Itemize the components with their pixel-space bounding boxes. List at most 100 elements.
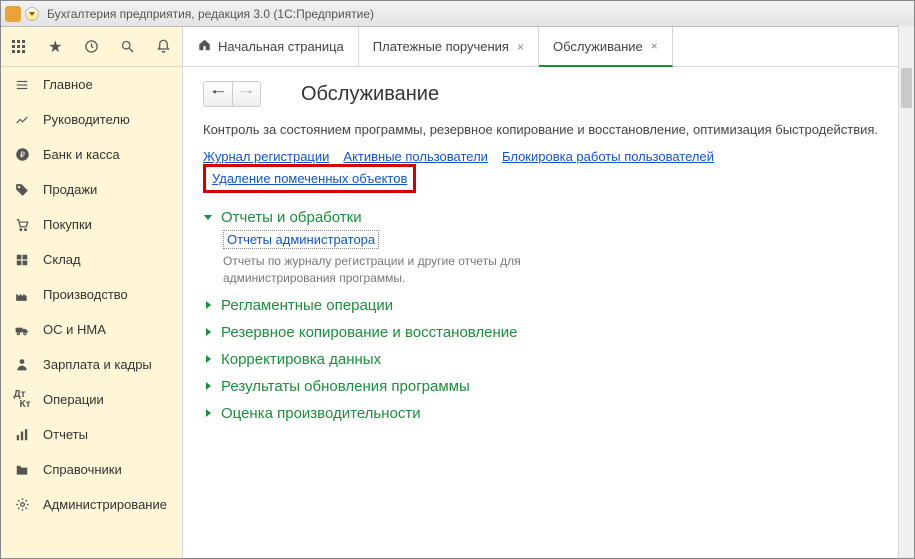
sidebar-item-label: ОС и НМА — [43, 322, 106, 337]
sidebar-item-label: Руководителю — [43, 112, 130, 127]
chevron-right-icon — [203, 298, 215, 313]
home-icon — [197, 38, 212, 55]
top-links: Журнал регистрации Активные пользователи Б… — [203, 149, 894, 193]
title-bar: Бухгалтерия предприятия, редакция 3.0 (1… — [1, 1, 914, 27]
app-logo-icon — [5, 6, 21, 22]
section-5: Оценка производительности — [203, 405, 894, 422]
sidebar-item-10[interactable]: Отчеты — [1, 417, 182, 452]
sidebar-item-3[interactable]: Продажи — [1, 172, 182, 207]
folder-icon — [13, 461, 31, 479]
top-link-1[interactable]: Активные пользователи — [343, 149, 488, 164]
sidebar-item-11[interactable]: Справочники — [1, 452, 182, 487]
person-icon — [13, 356, 31, 374]
cart-icon — [13, 216, 31, 234]
truck-icon — [13, 321, 31, 339]
search-icon[interactable] — [110, 27, 146, 66]
section-0: Отчеты и обработкиОтчеты администратораО… — [203, 209, 894, 287]
admin-reports-link[interactable]: Отчеты администратора — [223, 230, 379, 249]
section-title: Корректировка данных — [221, 351, 381, 368]
sidebar-items: Главное Руководителю ₽ Банк и касса Продажи П… — [1, 67, 182, 522]
scrollbar-thumb[interactable] — [901, 68, 912, 108]
top-link-3[interactable]: Удаление помеченных объектов — [203, 164, 416, 193]
factory-icon — [13, 286, 31, 304]
sidebar-item-label: Склад — [43, 252, 81, 267]
section-header-4[interactable]: Результаты обновления программы — [203, 378, 894, 395]
sidebar-item-9[interactable]: ДтКтОперации — [1, 382, 182, 417]
sidebar-item-label: Отчеты — [43, 427, 88, 442]
bars-icon — [13, 426, 31, 444]
page-description: Контроль за состоянием программы, резерв… — [203, 121, 894, 139]
page-body: 🠐 🠒 Обслуживание Контроль за состоянием … — [183, 67, 914, 446]
sidebar-item-label: Продажи — [43, 182, 97, 197]
close-icon[interactable]: × — [517, 40, 524, 54]
section-3: Корректировка данных — [203, 351, 894, 368]
star-icon[interactable]: ★ — [37, 27, 73, 66]
forward-button[interactable]: 🠒 — [232, 82, 260, 106]
sidebar-item-label: Зарплата и кадры — [43, 357, 152, 372]
ruble-icon: ₽ — [13, 146, 31, 164]
sidebar-item-label: Банк и касса — [43, 147, 120, 162]
section-title: Отчеты и обработки — [221, 209, 362, 226]
chevron-down-icon — [203, 210, 215, 225]
back-button[interactable]: 🠐 — [204, 82, 232, 106]
dtkt-icon: ДтКт — [13, 391, 31, 409]
sidebar-item-label: Администрирование — [43, 497, 167, 512]
tab-label: Платежные поручения — [373, 39, 509, 54]
chevron-right-icon — [203, 379, 215, 394]
sidebar-item-12[interactable]: Администрирование — [1, 487, 182, 522]
gear-icon — [13, 496, 31, 514]
sidebar-item-4[interactable]: Покупки — [1, 207, 182, 242]
sidebar-item-label: Справочники — [43, 462, 122, 477]
tab-label: Обслуживание — [553, 39, 643, 54]
tab-2[interactable]: Обслуживание × — [539, 27, 673, 67]
section-header-5[interactable]: Оценка производительности — [203, 405, 894, 422]
section-body-0: Отчеты администратора Отчеты по журналу р… — [203, 230, 894, 287]
tab-1[interactable]: Платежные поручения × — [359, 27, 539, 66]
section-title: Регламентные операции — [221, 297, 393, 314]
page-title: Обслуживание — [301, 83, 439, 106]
section-header-1[interactable]: Регламентные операции — [203, 297, 894, 314]
section-1: Регламентные операции — [203, 297, 894, 314]
scrollbar[interactable] — [898, 26, 914, 558]
sidebar-item-5[interactable]: Склад — [1, 242, 182, 277]
sidebar-item-label: Главное — [43, 77, 93, 92]
section-sub-desc: Отчеты по журналу регистрации и другие о… — [223, 253, 603, 287]
section-header-0[interactable]: Отчеты и обработки — [203, 209, 894, 226]
sidebar-item-6[interactable]: Производство — [1, 277, 182, 312]
chart-icon — [13, 111, 31, 129]
section-title: Результаты обновления программы — [221, 378, 470, 395]
sidebar: ★ Главное Руководителю ₽ Банк и касса Продаж… — [1, 27, 183, 558]
bell-icon[interactable] — [146, 27, 182, 66]
window-title: Бухгалтерия предприятия, редакция 3.0 (1… — [47, 7, 374, 21]
apps-icon[interactable] — [1, 27, 37, 66]
sidebar-item-8[interactable]: Зарплата и кадры — [1, 347, 182, 382]
section-header-3[interactable]: Корректировка данных — [203, 351, 894, 368]
section-title: Резервное копирование и восстановление — [221, 324, 518, 341]
sidebar-item-label: Покупки — [43, 217, 92, 232]
top-link-2[interactable]: Блокировка работы пользователей — [502, 149, 714, 164]
tab-0[interactable]: Начальная страница — [183, 27, 359, 66]
sidebar-item-2[interactable]: ₽ Банк и касса — [1, 137, 182, 172]
sidebar-item-1[interactable]: Руководителю — [1, 102, 182, 137]
boxes-icon — [13, 251, 31, 269]
svg-text:₽: ₽ — [19, 151, 24, 160]
content-area: Начальная страницаПлатежные поручения×Об… — [183, 27, 914, 558]
sidebar-item-7[interactable]: ОС и НМА — [1, 312, 182, 347]
sidebar-toolbar: ★ — [1, 27, 182, 67]
nav-buttons: 🠐 🠒 — [203, 81, 261, 107]
section-title: Оценка производительности — [221, 405, 421, 422]
tab-label: Начальная страница — [218, 39, 344, 54]
close-icon[interactable]: × — [651, 39, 658, 53]
section-header-2[interactable]: Резервное копирование и восстановление — [203, 324, 894, 341]
top-link-0[interactable]: Журнал регистрации — [203, 149, 329, 164]
chevron-right-icon — [203, 406, 215, 421]
history-icon[interactable] — [73, 27, 109, 66]
chevron-right-icon — [203, 352, 215, 367]
menu-icon — [13, 76, 31, 94]
title-dropdown-button[interactable] — [25, 7, 39, 21]
section-4: Результаты обновления программы — [203, 378, 894, 395]
sidebar-item-label: Производство — [43, 287, 128, 302]
section-2: Резервное копирование и восстановление — [203, 324, 894, 341]
sidebar-item-0[interactable]: Главное — [1, 67, 182, 102]
chevron-right-icon — [203, 325, 215, 340]
